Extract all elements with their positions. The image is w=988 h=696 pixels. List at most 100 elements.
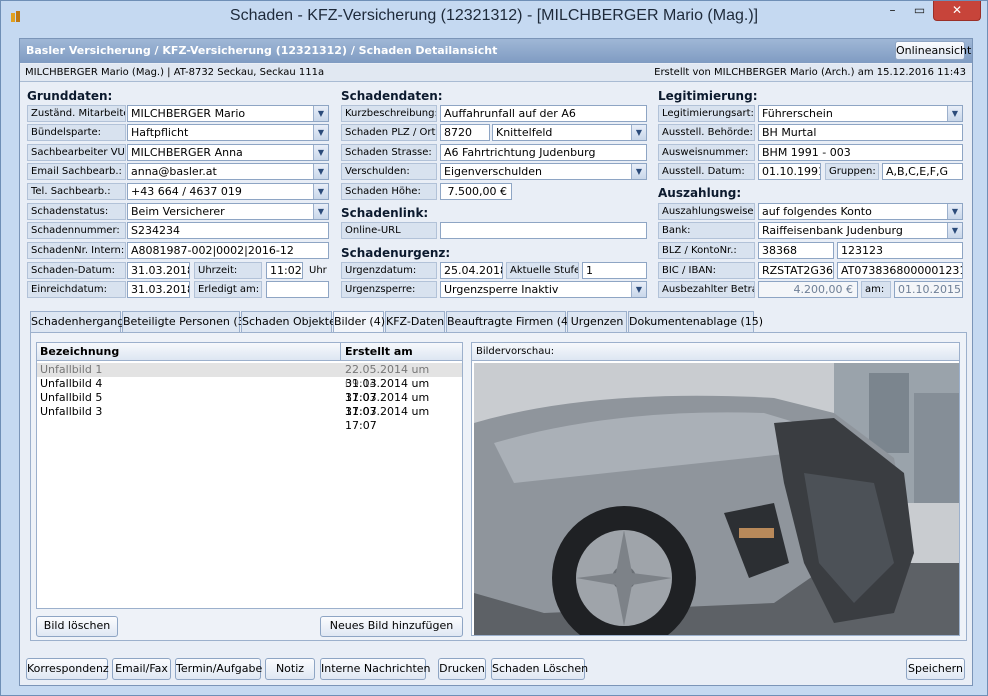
korrespondenz-button[interactable]: Korrespondenz: [26, 658, 109, 680]
schaden-datum-input[interactable]: 31.03.2018: [127, 262, 190, 279]
sachbearbeiter-value: MILCHBERGER Anna: [131, 146, 243, 159]
label-sparte: Bündelsparte:: [27, 124, 126, 141]
uhrzeit-unit: Uhr: [309, 265, 327, 276]
label-uhrzeit: Uhrzeit:: [194, 262, 262, 279]
chevron-down-icon[interactable]: ▼: [631, 164, 646, 179]
chevron-down-icon[interactable]: ▼: [631, 282, 646, 297]
table-row[interactable]: Unfallbild 1 22.05.2014 um 09:14: [37, 363, 462, 390]
notiz-button[interactable]: Notiz: [265, 658, 315, 680]
tab-beteiligte-personen[interactable]: Beteiligte Personen (3): [122, 311, 249, 332]
stufe-input[interactable]: 1: [582, 262, 647, 279]
behoerde-input[interactable]: BH Murtal: [758, 124, 963, 141]
close-button[interactable]: ✕: [933, 1, 981, 21]
chevron-down-icon[interactable]: ▼: [947, 223, 962, 238]
maximize-button[interactable]: ▭: [906, 1, 933, 21]
table-row[interactable]: Unfallbild 3 31.03.2014 um 17:07: [37, 405, 462, 432]
verschulden-select[interactable]: Eigenverschulden ▼: [440, 163, 647, 180]
nachrichten-button[interactable]: Interne Nachrichten: [320, 658, 431, 680]
legitimierungsart-value: Führerschein: [762, 107, 833, 120]
chevron-down-icon[interactable]: ▼: [313, 204, 328, 219]
created-info: Erstellt von MILCHBERGER Mario (Arch.) a…: [654, 67, 966, 78]
bic-input[interactable]: RZSTAT2G368: [758, 262, 834, 279]
einreich-input[interactable]: 31.03.2018: [127, 281, 190, 298]
tab-dokumentenablage[interactable]: Dokumentenablage (15): [628, 311, 763, 332]
ausweis-input[interactable]: BHM 1991 - 003: [758, 144, 963, 161]
column-erstellt[interactable]: Erstellt am: [345, 345, 413, 358]
sachbearbeiter-select[interactable]: MILCHBERGER Anna ▼: [127, 144, 329, 161]
label-bank: Bank:: [658, 222, 755, 239]
urgenzsperre-select[interactable]: Urgenzsperre Inaktiv ▼: [440, 281, 647, 298]
label-bic: BIC / IBAN:: [658, 262, 755, 279]
email-fax-button[interactable]: Email/Fax: [112, 658, 171, 680]
iban-input[interactable]: AT073836800000123123: [837, 262, 963, 279]
termin-button[interactable]: Termin/Aufgabe: [175, 658, 262, 680]
speichern-button[interactable]: Speichern: [906, 658, 965, 680]
customer-info-bar: MILCHBERGER Mario (Mag.) | AT-8732 Secka…: [20, 64, 972, 82]
online-view-button[interactable]: Onlineansicht: [895, 41, 971, 60]
erledigt-input[interactable]: [266, 281, 329, 298]
tab-schadenhergang[interactable]: Schadenhergang: [30, 311, 124, 332]
section-grunddaten: Grunddaten:: [27, 89, 113, 103]
auszahlungsweise-select[interactable]: auf folgendes Konto ▼: [758, 203, 963, 220]
konto-input[interactable]: 123123: [837, 242, 963, 259]
urgenzdatum-input[interactable]: 25.04.2018: [440, 262, 503, 279]
label-stufe: Aktuelle Stufe:: [506, 262, 579, 279]
tab-schaden-objekte[interactable]: Schaden Objekte: [241, 311, 336, 332]
delete-image-button[interactable]: Bild löschen: [36, 616, 118, 637]
label-am: am:: [861, 281, 891, 298]
kurzbeschreibung-input[interactable]: Auffahrunfall auf der A6: [440, 105, 647, 122]
title-bar: Schaden - KFZ-Versicherung (12321312) - …: [1, 1, 987, 33]
schaden-loeschen-button[interactable]: Schaden Löschen: [491, 658, 588, 680]
tab-beauftragte-firmen[interactable]: Beauftragte Firmen (4): [446, 311, 572, 332]
ort-select[interactable]: Knittelfeld ▼: [492, 124, 647, 141]
intern-input[interactable]: A8081987-002|0002|2016-12: [127, 242, 329, 259]
sparte-value: Haftpflicht: [131, 126, 189, 139]
section-schadenlink: Schadenlink:: [341, 206, 429, 220]
status-select[interactable]: Beim Versicherer ▼: [127, 203, 329, 220]
chevron-down-icon[interactable]: ▼: [313, 184, 328, 199]
blz-input[interactable]: 38368: [758, 242, 834, 259]
betrag-input[interactable]: 4.200,00 €: [758, 281, 858, 298]
chevron-down-icon[interactable]: ▼: [947, 106, 962, 121]
tab-kfz-daten[interactable]: KFZ-Daten: [385, 311, 445, 332]
chevron-down-icon[interactable]: ▼: [947, 204, 962, 219]
verschulden-value: Eigenverschulden: [444, 165, 543, 178]
label-ausweis: Ausweisnummer:: [658, 144, 755, 161]
add-image-button[interactable]: Neues Bild hinzufügen: [320, 616, 463, 637]
image-list: Bezeichnung Erstellt am Unfallbild 1 22.…: [36, 342, 463, 609]
tab-urgenzen[interactable]: Urgenzen: [567, 311, 627, 332]
label-betrag: Ausbezahlter Betrag:: [658, 281, 755, 298]
schadennummer-input[interactable]: S234234: [127, 222, 329, 239]
mitarbeiter-select[interactable]: MILCHBERGER Mario ▼: [127, 105, 329, 122]
chevron-down-icon[interactable]: ▼: [313, 145, 328, 160]
label-erledigt: Erledigt am:: [194, 281, 262, 298]
car-damage-photo: [474, 363, 959, 635]
legitimierungsart-select[interactable]: Führerschein ▼: [758, 105, 963, 122]
online-url-input[interactable]: [440, 222, 647, 239]
strasse-input[interactable]: A6 Fahrtrichtung Judenburg: [440, 144, 647, 161]
uhrzeit-input[interactable]: 11:02: [266, 262, 303, 279]
table-row[interactable]: Unfallbild 5 31.03.2014 um 17:07: [37, 391, 462, 418]
chevron-down-icon[interactable]: ▼: [313, 164, 328, 179]
app-window: Schaden - KFZ-Versicherung (12321312) - …: [0, 0, 988, 696]
hoehe-input[interactable]: 7.500,00 €: [440, 183, 512, 200]
label-behoerde: Ausstell. Behörde:: [658, 124, 755, 141]
gruppen-input[interactable]: A,B,C,E,F,G: [882, 163, 963, 180]
am-input[interactable]: 01.10.2015: [894, 281, 963, 298]
chevron-down-icon[interactable]: ▼: [631, 125, 646, 140]
plz-input[interactable]: 8720: [440, 124, 490, 141]
table-row[interactable]: Unfallbild 4 31.03.2014 um 17:07: [37, 377, 462, 404]
sparte-select[interactable]: Haftpflicht ▼: [127, 124, 329, 141]
chevron-down-icon[interactable]: ▼: [313, 106, 328, 121]
tab-bilder[interactable]: Bilder (4): [333, 311, 385, 333]
label-sachbearbeiter: Sachbearbeiter VU:: [27, 144, 126, 161]
chevron-down-icon[interactable]: ▼: [313, 125, 328, 140]
drucken-button[interactable]: Drucken: [438, 658, 486, 680]
column-bezeichnung[interactable]: Bezeichnung: [40, 345, 119, 358]
breadcrumb: Basler Versicherung / KFZ-Versicherung (…: [26, 44, 498, 57]
bank-select[interactable]: Raiffeisenbank Judenburg ▼: [758, 222, 963, 239]
ausstell-datum-input[interactable]: 01.10.1991: [758, 163, 821, 180]
minimize-button[interactable]: –: [879, 1, 906, 21]
tel-select[interactable]: +43 664 / 4637 019 ▼: [127, 183, 329, 200]
email-select[interactable]: anna@basler.at ▼: [127, 163, 329, 180]
